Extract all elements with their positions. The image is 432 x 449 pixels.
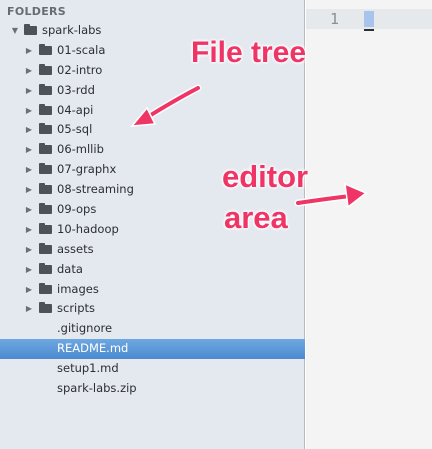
text-cursor-underline	[364, 29, 374, 31]
disclosure-collapsed-icon[interactable]: ▶	[24, 101, 34, 121]
tree-item-label: data	[57, 261, 83, 276]
folder-icon	[39, 262, 52, 274]
tree-file[interactable]: .gitignore	[0, 319, 305, 339]
folder-icon	[39, 43, 52, 55]
tree-item-label: spark-labs	[42, 23, 102, 37]
disclosure-collapsed-icon[interactable]: ▶	[24, 81, 34, 101]
disclosure-collapsed-icon[interactable]: ▶	[24, 160, 34, 180]
annotation-editor: editor	[222, 159, 309, 194]
tree-item-label: 03-rdd	[57, 82, 95, 97]
disclosure-collapsed-icon[interactable]: ▶	[24, 61, 34, 81]
disclosure-expanded-icon[interactable]: ▼	[10, 21, 20, 41]
annotation-file-tree: File tree	[191, 36, 307, 69]
folder-icon	[39, 242, 52, 254]
disclosure-collapsed-icon[interactable]: ▶	[24, 120, 34, 140]
text-cursor	[364, 11, 374, 27]
disclosure-collapsed-icon[interactable]: ▶	[24, 260, 34, 280]
disclosure-collapsed-icon[interactable]: ▶	[24, 280, 34, 300]
tree-file[interactable]: setup1.md	[0, 359, 305, 379]
folders-header: FOLDERS	[7, 5, 67, 18]
folder-icon	[39, 103, 52, 115]
tree-folder[interactable]: ▶ images	[0, 280, 305, 300]
folder-icon	[39, 222, 52, 234]
folder-icon	[39, 302, 52, 314]
tree-item-label: 01-scala	[57, 42, 106, 57]
tree-item-label: spark-labs.zip	[57, 381, 137, 396]
tree-item-label: 02-intro	[57, 62, 103, 77]
folder-icon	[39, 183, 52, 195]
tree-item-label: 10-hadoop	[57, 221, 119, 236]
tree-item-label: 09-ops	[57, 202, 97, 217]
folder-icon	[39, 83, 52, 95]
annotation-area: area	[224, 200, 288, 235]
tree-file-selected[interactable]: README.md	[0, 339, 305, 360]
tree-item-label: 07-graphx	[57, 162, 117, 177]
tree-folder[interactable]: ▶ 06-mllib	[0, 140, 305, 160]
folder-icon	[39, 203, 52, 215]
folder-icon	[39, 163, 52, 175]
tree-folder[interactable]: ▶ 05-sql	[0, 120, 305, 140]
tree-item-label: images	[57, 281, 99, 296]
disclosure-collapsed-icon[interactable]: ▶	[24, 140, 34, 160]
folder-icon	[39, 282, 52, 294]
disclosure-collapsed-icon[interactable]: ▶	[24, 240, 34, 260]
tree-item-label: .gitignore	[57, 321, 113, 336]
folder-icon	[24, 24, 37, 35]
folder-icon	[39, 143, 52, 155]
line-number: 1	[330, 10, 340, 28]
editor-area[interactable]: 1	[306, 0, 432, 449]
tree-folder[interactable]: ▶ scripts	[0, 299, 305, 319]
tree-item-label: 05-sql	[57, 122, 93, 137]
tree-folder[interactable]: ▶ 03-rdd	[0, 81, 305, 101]
folder-icon	[39, 123, 52, 135]
tree-item-label: scripts	[57, 301, 96, 316]
tree-item-label: 08-streaming	[57, 182, 134, 197]
tree-item-label: setup1.md	[57, 361, 119, 376]
tree-item-label: README.md	[57, 341, 129, 356]
tree-item-label: assets	[57, 241, 94, 256]
tree-item-label: 06-mllib	[57, 142, 104, 157]
tree-item-label: 04-api	[57, 102, 94, 117]
tree-folder[interactable]: ▶ 04-api	[0, 101, 305, 121]
folder-icon	[39, 63, 52, 75]
tree-folder[interactable]: ▶ data	[0, 260, 305, 280]
tree-file[interactable]: spark-labs.zip	[0, 379, 305, 399]
disclosure-collapsed-icon[interactable]: ▶	[24, 180, 34, 200]
disclosure-collapsed-icon[interactable]: ▶	[24, 220, 34, 240]
disclosure-collapsed-icon[interactable]: ▶	[24, 299, 34, 319]
disclosure-collapsed-icon[interactable]: ▶	[24, 41, 34, 61]
disclosure-collapsed-icon[interactable]: ▶	[24, 200, 34, 220]
tree-folder[interactable]: ▶ assets	[0, 240, 305, 260]
